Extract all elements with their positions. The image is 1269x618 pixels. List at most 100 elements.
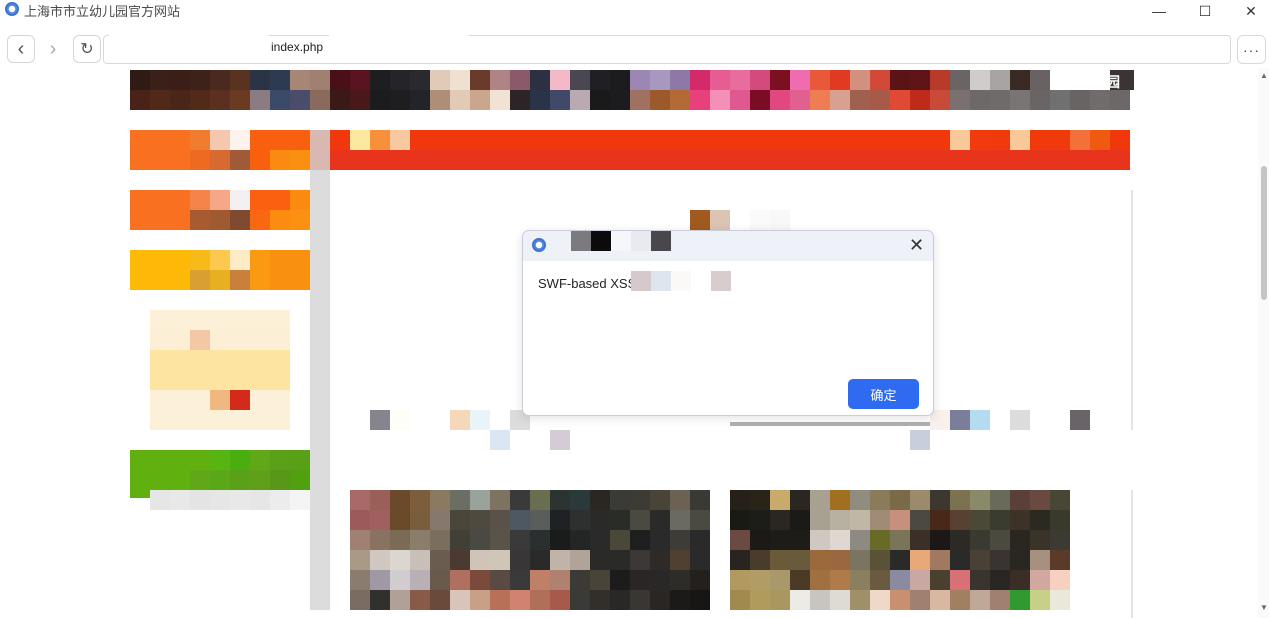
sidebar-tile — [270, 250, 290, 270]
photo-right — [950, 570, 970, 590]
content-mosaic — [470, 410, 490, 430]
pixelated-title — [611, 231, 631, 251]
photo-left — [490, 550, 510, 570]
photo-left — [430, 550, 450, 570]
photo-left — [530, 510, 550, 530]
sidebar-tile — [270, 190, 290, 210]
header-mosaic — [950, 90, 970, 110]
photo-left — [630, 530, 650, 550]
forward-button[interactable]: › — [39, 35, 67, 63]
browser-logo-icon — [5, 2, 19, 16]
photo-right — [1030, 490, 1050, 510]
sidebar-tile — [130, 210, 150, 230]
sidebar-tile — [210, 150, 230, 170]
photo-right — [990, 510, 1010, 530]
sidebar-tile — [190, 470, 210, 490]
red-banner — [990, 130, 1010, 150]
photo-right — [790, 550, 810, 570]
photo-right — [750, 550, 770, 570]
photo-left — [450, 490, 470, 510]
photo-left — [690, 570, 710, 590]
sidebar-tile — [190, 150, 210, 170]
photo-right — [750, 530, 770, 550]
photo-left — [390, 590, 410, 610]
maximize-button[interactable]: ☐ — [1182, 0, 1228, 22]
header-mosaic — [170, 90, 190, 110]
photo-left — [510, 550, 530, 570]
sidebar-tile — [230, 190, 250, 210]
header-mosaic — [150, 70, 170, 90]
sidebar-card — [150, 350, 290, 390]
photo-right — [970, 590, 990, 610]
scroll-up-icon[interactable]: ▲ — [1260, 71, 1268, 80]
header-mosaic — [610, 70, 630, 90]
red-banner — [970, 130, 990, 150]
content-mosaic — [430, 410, 450, 430]
reload-button[interactable]: ↻ — [73, 35, 101, 63]
scroll-down-icon[interactable]: ▼ — [1260, 603, 1268, 612]
sidebar-tile — [190, 270, 210, 290]
window-close-button[interactable]: ✕ — [1228, 0, 1269, 22]
photo-left — [590, 490, 610, 510]
photo-right — [1030, 590, 1050, 610]
sidebar-tile — [190, 210, 210, 230]
photo-right — [730, 490, 750, 510]
header-mosaic — [230, 90, 250, 110]
photo-right — [770, 530, 790, 550]
header-mosaic — [170, 70, 190, 90]
photo-left — [630, 550, 650, 570]
header-mosaic — [130, 70, 150, 90]
sidebar-tile — [250, 150, 270, 170]
sidebar-tile — [270, 450, 290, 470]
sidebar-tile — [170, 130, 190, 150]
sidebar-card — [150, 310, 290, 330]
photo-left — [510, 530, 530, 550]
red-banner — [950, 130, 970, 150]
photo-right — [1050, 590, 1070, 610]
header-mosaic — [730, 70, 750, 90]
chevron-left-icon: ‹ — [17, 38, 25, 60]
header-mosaic — [750, 90, 770, 110]
header-mosaic — [190, 70, 210, 90]
scrollbar[interactable]: ▲ ▼ — [1258, 68, 1269, 618]
header-mosaic — [430, 90, 450, 110]
header-mosaic — [910, 70, 930, 90]
photo-right — [830, 570, 850, 590]
photo-right — [990, 590, 1010, 610]
sidebar-tile — [210, 190, 230, 210]
photo-right — [950, 510, 970, 530]
header-mosaic — [710, 90, 730, 110]
photo-left — [590, 590, 610, 610]
red-banner — [390, 130, 410, 150]
more-button[interactable]: ··· — [1237, 35, 1266, 64]
photo-right — [810, 510, 830, 530]
photo-left — [670, 570, 690, 590]
photo-left — [690, 530, 710, 550]
photo-left — [590, 570, 610, 590]
photo-left — [650, 510, 670, 530]
photo-left — [610, 510, 630, 530]
red-banner — [1090, 130, 1110, 150]
minimize-button[interactable]: — — [1136, 0, 1182, 22]
photo-left — [470, 490, 490, 510]
photo-left — [430, 530, 450, 550]
back-button[interactable]: ‹ — [7, 35, 35, 63]
sidebar-tile — [130, 270, 150, 290]
content-mosaic — [530, 430, 550, 450]
photo-left — [450, 550, 470, 570]
scrollbar-thumb[interactable] — [1261, 166, 1267, 300]
address-bar[interactable]: index.php — [103, 35, 1231, 64]
photo-left — [650, 570, 670, 590]
header-mosaic — [990, 90, 1010, 110]
photo-right — [790, 570, 810, 590]
sidebar-tile — [150, 210, 170, 230]
photo-left — [670, 530, 690, 550]
photo-left — [690, 590, 710, 610]
photo-left — [450, 590, 470, 610]
photo-left — [410, 590, 430, 610]
photo-right — [890, 570, 910, 590]
photo-left — [410, 530, 430, 550]
dialog-close-button[interactable]: ✕ — [909, 235, 924, 255]
ok-button[interactable]: 确定 — [848, 379, 919, 409]
photo-right — [990, 570, 1010, 590]
